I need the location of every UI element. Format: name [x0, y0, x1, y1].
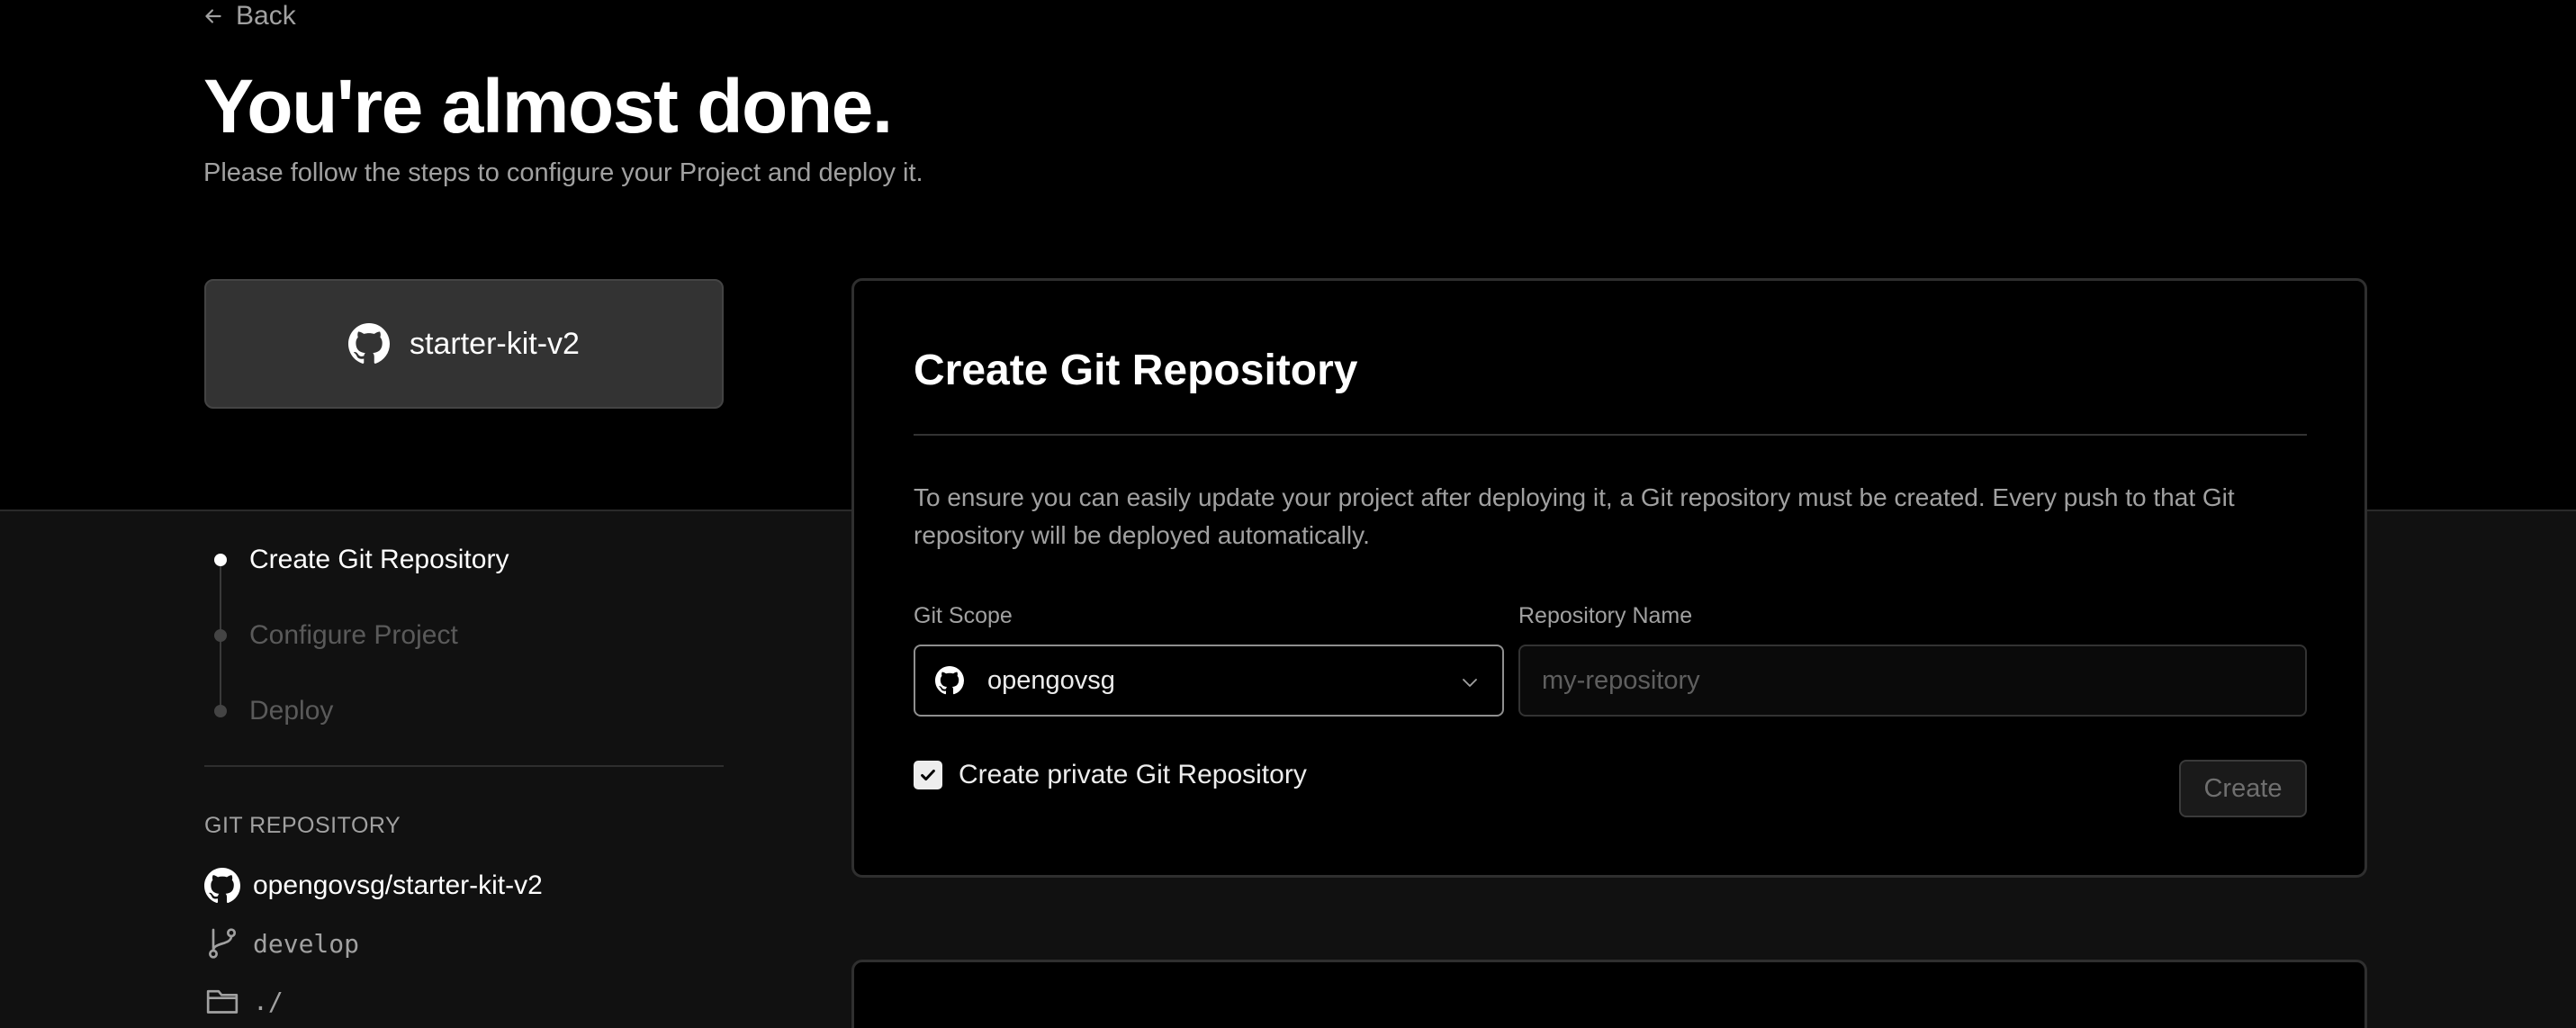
repo-card: starter-kit-v2 — [204, 279, 724, 409]
git-scope-label: Git Scope — [914, 603, 1013, 628]
step-label: Configure Project — [249, 620, 458, 650]
panel-title: Create Git Repository — [914, 347, 1358, 394]
arrow-left-icon — [205, 9, 221, 23]
git-scope-select[interactable]: opengovsg — [914, 645, 1504, 717]
back-link[interactable]: Back — [202, 0, 296, 32]
step-deploy: Deploy — [204, 673, 724, 749]
git-repo-link[interactable]: opengovsg/starter-kit-v2 — [204, 868, 543, 904]
step-dot — [214, 554, 227, 566]
repo-card-name: starter-kit-v2 — [410, 326, 580, 361]
git-branch: develop — [204, 925, 359, 961]
repository-name-input[interactable] — [1518, 645, 2307, 717]
page-title: You're almost done. — [203, 64, 893, 149]
step-label: Deploy — [249, 696, 334, 726]
steps-list: Create Git Repository Configure Project … — [204, 522, 724, 749]
create-button[interactable]: Create — [2179, 760, 2307, 817]
sidebar-divider — [204, 765, 724, 767]
step-configure-project: Configure Project — [204, 598, 724, 673]
panel-divider — [914, 434, 2307, 436]
git-scope-value: opengovsg — [987, 665, 1115, 695]
private-repository-checkbox[interactable] — [914, 761, 942, 789]
folder-icon — [206, 989, 239, 1014]
root-directory-path: ./ — [253, 986, 284, 1016]
panel-description: To ensure you can easily update your pro… — [914, 483, 2235, 549]
github-icon — [204, 868, 240, 904]
back-label: Back — [236, 1, 296, 31]
next-step-panel — [851, 960, 2367, 1028]
step-create-git-repository: Create Git Repository — [204, 522, 724, 598]
step-label: Create Git Repository — [249, 545, 509, 574]
create-git-repository-panel: Create Git Repository To ensure you can … — [851, 278, 2367, 878]
page-subtitle: Please follow the steps to configure you… — [203, 158, 923, 187]
step-dot — [214, 705, 227, 717]
step-dot — [214, 629, 227, 642]
repository-name-label: Repository Name — [1518, 603, 1693, 628]
git-repository-heading: GIT REPOSITORY — [204, 813, 401, 838]
check-icon — [921, 769, 935, 781]
chevron-down-icon — [1463, 679, 1477, 687]
github-icon — [935, 666, 964, 695]
git-repo-name: opengovsg/starter-kit-v2 — [253, 870, 543, 900]
root-directory: ./ — [204, 983, 284, 1019]
git-branch-name: develop — [253, 928, 360, 959]
private-repository-label: Create private Git Repository — [959, 760, 1307, 789]
github-icon — [348, 323, 391, 364]
private-repository-toggle[interactable]: Create private Git Repository — [914, 760, 1307, 790]
git-branch-icon — [208, 928, 237, 959]
